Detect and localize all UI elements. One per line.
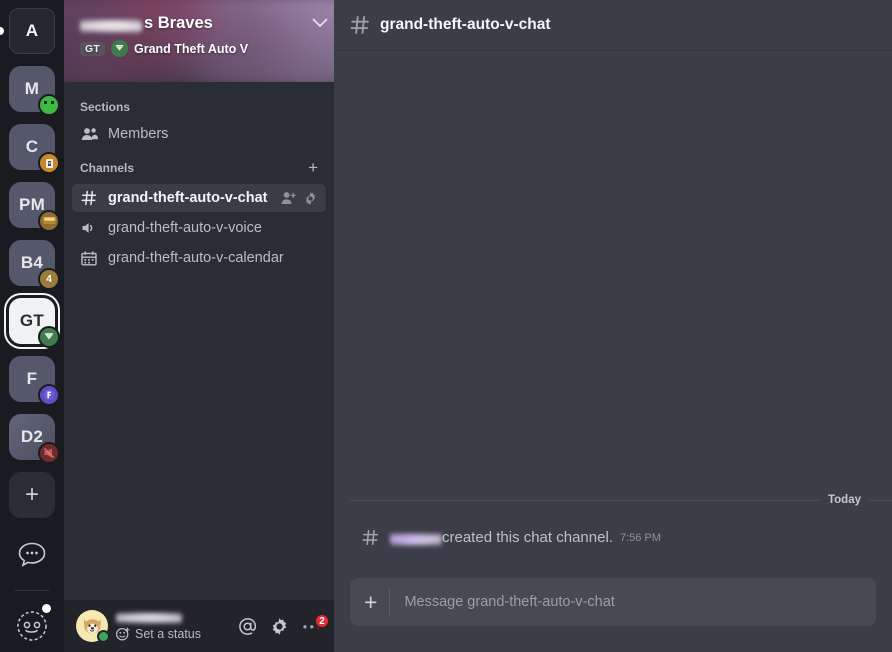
message-composer[interactable]: + Message grand-theft-auto-v-chat [350, 578, 876, 626]
server-icon-d2[interactable]: D2 [9, 414, 60, 464]
game-badge-c [38, 152, 60, 174]
add-server-button[interactable]: + [9, 472, 55, 518]
sections-header: Sections [64, 92, 334, 118]
system-message-text: created this chat channel. [442, 529, 613, 546]
server-icon-m[interactable]: M [9, 66, 60, 116]
server-icon-f[interactable]: F [9, 356, 60, 406]
channel-sidebar: s Braves GT Grand Theft Auto V Sections [64, 0, 334, 652]
more-button[interactable]: 2 [302, 613, 330, 630]
channels-header: Channels + [64, 150, 334, 182]
sidebar-body: Sections Members Channels + grand-theft-… [64, 82, 334, 600]
gear-icon[interactable] [303, 191, 318, 206]
sidebar-channel-label: grand-theft-auto-v-chat [108, 190, 268, 206]
rail-divider [15, 590, 49, 591]
sidebar-item-members[interactable]: Members [72, 120, 326, 148]
calendar-icon [80, 250, 98, 266]
sections-header-label: Sections [80, 100, 131, 114]
server-icon-a[interactable]: A [0, 8, 55, 54]
date-divider: Today [350, 494, 892, 506]
server-header[interactable]: s Braves GT Grand Theft Auto V [64, 0, 334, 82]
username-blurred [116, 611, 182, 624]
discover-icon[interactable] [9, 603, 55, 649]
server-rail: A M C PM B4 4 GT F D2 + [0, 0, 64, 652]
system-message: created this chat channel. 7:56 PM [350, 529, 876, 546]
sidebar-channel-grand-theft-auto-v-calendar[interactable]: grand-theft-auto-v-calendar [72, 244, 326, 272]
sidebar-channel-grand-theft-auto-v-chat[interactable]: grand-theft-auto-v-chat [72, 184, 326, 212]
speaker-icon [80, 221, 98, 235]
speech-bubble-icon[interactable] [9, 532, 55, 578]
add-channel-button[interactable]: + [308, 158, 322, 178]
set-status-label: Set a status [135, 626, 202, 641]
server-tile-label: A [9, 8, 55, 54]
sidebar-channel-grand-theft-auto-v-voice[interactable]: grand-theft-auto-v-voice [72, 214, 326, 242]
avatar[interactable] [76, 610, 110, 643]
fortnite-badge [38, 384, 60, 406]
server-name: s Braves [80, 14, 213, 33]
hash-icon [350, 529, 390, 546]
server-name-blurred [80, 18, 142, 33]
hash-icon [350, 15, 370, 35]
hash-icon [80, 190, 98, 206]
message-timestamp: 7:56 PM [619, 531, 661, 544]
user-bar: Set a status 2 [64, 600, 334, 652]
sidebar-item-label: Members [108, 126, 169, 142]
count-badge-b4: 4 [38, 268, 60, 290]
members-icon [80, 127, 98, 141]
server-game-name: Grand Theft Auto V [133, 41, 249, 56]
emoji-add-icon [116, 627, 130, 641]
gta-badge [38, 326, 60, 348]
sidebar-channel-label: grand-theft-auto-v-calendar [108, 250, 284, 266]
server-icon-pm[interactable]: PM [9, 182, 60, 232]
game-chip: GT [80, 41, 105, 56]
channel-header: grand-theft-auto-v-chat [334, 0, 892, 51]
add-member-icon[interactable] [281, 191, 296, 205]
notification-dot [42, 604, 51, 613]
main-content: grand-theft-auto-v-chat Today created th… [334, 0, 892, 652]
message-author-blurred [390, 533, 442, 546]
page-title: grand-theft-auto-v-chat [380, 16, 551, 33]
mentions-button[interactable] [238, 617, 257, 636]
gta-badge-icon [110, 40, 128, 57]
user-bar-actions: 2 [238, 613, 330, 636]
divider-line-right [869, 499, 892, 501]
set-status-button[interactable]: Set a status [116, 627, 230, 641]
divider-line-left [350, 499, 820, 501]
server-icon-b4[interactable]: B4 4 [9, 240, 60, 290]
server-game-row: GT Grand Theft Auto V [80, 40, 320, 57]
server-name-suffix: s Braves [144, 14, 213, 32]
message-input[interactable]: Message grand-theft-auto-v-chat [404, 594, 614, 610]
user-info: Set a status [116, 611, 230, 641]
composer-wrapper: + Message grand-theft-auto-v-chat [334, 578, 892, 652]
status-badge [97, 630, 110, 643]
settings-button[interactable] [270, 617, 289, 636]
composer-divider [389, 589, 391, 615]
attach-button[interactable]: + [364, 590, 377, 614]
discord-app-window: A M C PM B4 4 GT F D2 + s Braves GT Gran… [0, 0, 892, 652]
active-indicator-pill [0, 27, 4, 35]
date-divider-label: Today [827, 494, 861, 506]
channel-row-actions [281, 191, 318, 206]
game-badge-pm [38, 210, 60, 232]
muted-badge [38, 442, 60, 464]
minecraft-badge [38, 94, 60, 116]
sidebar-channel-label: grand-theft-auto-v-voice [108, 220, 262, 236]
chevron-down-icon[interactable] [312, 18, 328, 28]
message-list[interactable]: Today created this chat channel. 7:56 PM [334, 51, 892, 578]
more-button-badge: 2 [314, 613, 330, 629]
server-icon-gt[interactable]: GT [9, 298, 60, 348]
channels-header-label: Channels [80, 161, 135, 175]
server-icon-c[interactable]: C [9, 124, 60, 174]
